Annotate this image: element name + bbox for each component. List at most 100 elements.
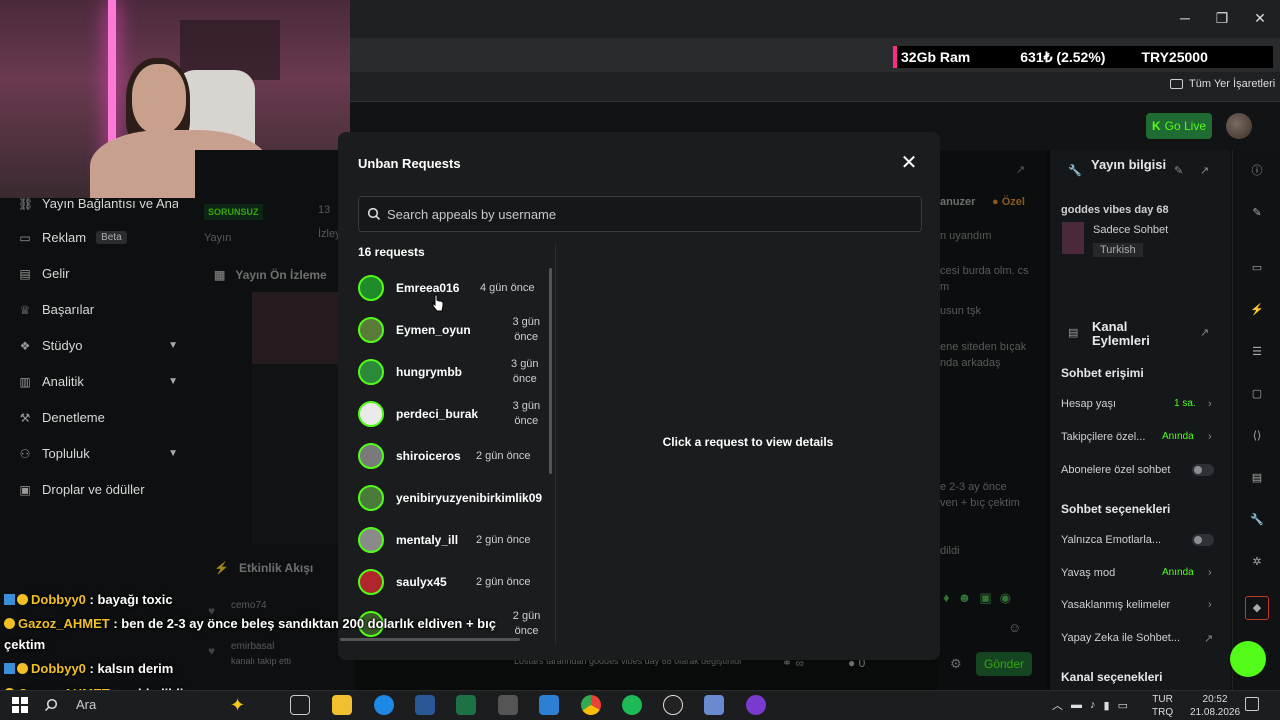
code-icon[interactable]: ⟨⟩ <box>1249 428 1265 444</box>
ad-icon: ▭ <box>19 230 31 245</box>
search-field[interactable] <box>358 196 922 232</box>
chrome-icon[interactable] <box>581 695 601 715</box>
pen-icon[interactable]: ✎ <box>1249 205 1265 221</box>
sidebar-item-analytics[interactable]: ▥ Analitik ▼ <box>18 374 178 389</box>
sidebar-item-revenue[interactable]: ▤ Gelir <box>18 266 178 281</box>
avatar <box>358 317 384 343</box>
notification-icon[interactable] <box>1245 697 1259 711</box>
maximize-icon[interactable]: ❐ <box>1212 8 1232 28</box>
request-item[interactable]: shiroiceros 2 gün önce <box>358 436 548 476</box>
speaker-icon[interactable]: ♪ <box>1090 699 1096 711</box>
calculator-icon[interactable] <box>498 695 518 715</box>
go-live-button[interactable]: K Go Live <box>1146 113 1212 139</box>
stream-title: goddes vibes day 68 <box>1061 204 1169 216</box>
edge-icon[interactable] <box>374 695 394 715</box>
shield-icon[interactable]: ◆ <box>1245 596 1269 620</box>
request-time: 3 gün önce <box>512 316 540 343</box>
emotes-only-toggle[interactable] <box>1192 534 1214 546</box>
minimize-icon[interactable]: ─ <box>1175 8 1195 28</box>
avatar <box>358 275 384 301</box>
sidebar-item-drops[interactable]: ▣ Droplar ve ödüller <box>18 482 178 497</box>
avatar[interactable] <box>1226 113 1252 139</box>
sidebar-item-stream-key[interactable]: ⛓ Yayın Bağlantısı ve Anahtarı <box>18 196 178 211</box>
bolt-icon[interactable]: ⚡ <box>1249 302 1265 318</box>
store-icon[interactable] <box>539 695 559 715</box>
app-icon[interactable] <box>746 695 766 715</box>
external-link-icon[interactable]: ↗ <box>1204 632 1213 645</box>
search-icon <box>367 207 381 221</box>
system-tray: ︿ ▬ ♪ ▮ ▭ <box>1052 692 1128 718</box>
subscribers-only-toggle[interactable] <box>1192 464 1214 476</box>
slow-mode-value[interactable]: Anında <box>1162 567 1194 578</box>
request-username: yenibiryuzyenibirkimlik09 <box>396 491 543 505</box>
chevron-up-icon[interactable]: ︿ <box>1052 697 1063 713</box>
excel-icon[interactable] <box>456 695 476 715</box>
file-explorer-icon[interactable] <box>332 695 352 715</box>
popout-icon[interactable]: ↗ <box>1200 164 1209 177</box>
app-icon[interactable] <box>704 695 724 715</box>
battery-icon[interactable]: ▬ <box>1071 699 1082 711</box>
chevron-down-icon: ▼ <box>168 448 178 459</box>
avatar <box>358 485 384 511</box>
hammer-icon: ⚒ <box>19 410 31 425</box>
gear-icon[interactable]: ✲ <box>1249 554 1265 570</box>
request-username: mentaly_ill <box>396 533 459 547</box>
sidebar-item-studio[interactable]: ❖ Stüdyo ▼ <box>18 338 178 353</box>
chat-message-continued: çektim <box>4 637 46 652</box>
network-icon[interactable]: ▭ <box>1118 699 1128 712</box>
close-window-icon[interactable]: ✕ <box>1250 8 1270 28</box>
task-view-icon[interactable] <box>290 695 310 715</box>
request-username: shiroiceros <box>396 449 461 463</box>
followers-only-label: Takipçilere özel... <box>1061 431 1146 443</box>
word-icon[interactable] <box>415 695 435 715</box>
coin-badge-icon <box>17 663 28 674</box>
mic-icon[interactable]: ▮ <box>1104 699 1110 712</box>
request-time: 2 gün önce <box>476 449 531 462</box>
money-icon: ▤ <box>19 266 31 281</box>
spotify-icon[interactable] <box>622 695 642 715</box>
search-input[interactable] <box>387 206 887 222</box>
list-icon[interactable]: ☰ <box>1249 344 1265 360</box>
ai-chat-label[interactable]: Yapay Zeka ile Sohbet... <box>1061 632 1180 644</box>
sidebar-item-achievements[interactable]: ♕ Başarılar <box>18 302 178 317</box>
followers-only-value[interactable]: Anında <box>1162 431 1194 442</box>
request-item[interactable]: Eymen_oyun 3 gün önce <box>358 310 548 350</box>
chat-icon[interactable]: ▢ <box>1249 386 1265 402</box>
language-indicator[interactable]: TUR TRQ <box>1152 693 1173 719</box>
request-item[interactable]: perdeci_burak 3 gün önce <box>358 394 548 434</box>
copilot-sparkle-icon[interactable]: ✦ <box>230 695 250 715</box>
category-thumbnail <box>1062 222 1084 254</box>
wrench-icon[interactable]: 🔧 <box>1249 512 1265 528</box>
support-chat-button[interactable] <box>1230 641 1266 677</box>
list-scrollbar[interactable] <box>549 268 552 474</box>
info-icon[interactable]: ⓘ <box>1249 163 1265 179</box>
close-icon[interactable]: ✕ <box>898 152 920 174</box>
sidebar-item-ads[interactable]: ▭ Reklam Beta <box>18 230 178 245</box>
beta-badge: Beta <box>96 231 127 244</box>
clock[interactable]: 20:52 21.08.2026 <box>1190 693 1240 719</box>
sidebar-item-community[interactable]: ⚇ Topluluk ▼ <box>18 446 178 461</box>
change-stat: 631₺ (2.52%) <box>1020 48 1106 65</box>
all-bookmarks-button[interactable]: Tüm Yer İşaretleri <box>1170 78 1275 90</box>
windows-start-icon[interactable] <box>12 697 28 713</box>
sidebar-item-moderation[interactable]: ⚒ Denetleme <box>18 410 178 425</box>
empty-detail-message: Click a request to view details <box>662 435 834 449</box>
edit-icon[interactable]: ✎ <box>1174 164 1183 177</box>
chat-message: Dobbyy0 : kalsın derim <box>4 661 173 676</box>
request-item[interactable]: Emreea016 4 gün önce <box>358 268 548 308</box>
banned-words-label[interactable]: Yasaklanmış kelimeler <box>1061 599 1170 611</box>
prime-badge-icon <box>4 594 15 605</box>
right-panel: Yayın bilgisi 🔧 ✎ ↗ goddes vibes day 68 … <box>1050 150 1230 690</box>
request-item[interactable]: hungrymbb 3 gün önce <box>358 352 548 392</box>
popout-icon[interactable]: ↗ <box>1200 326 1209 339</box>
taskbar-search[interactable]: Ara <box>44 697 96 712</box>
chevron-right-icon: › <box>1208 599 1212 611</box>
account-age-value[interactable]: 1 sa. <box>1174 398 1196 409</box>
obs-icon[interactable] <box>663 695 683 715</box>
stream-chat-overlay: Dobbyy0 : bayağı toxic Gazoz_AHMET : ben… <box>0 590 520 701</box>
layers-icon[interactable]: ▤ <box>1249 470 1265 486</box>
requests-list: Emreea016 4 gün önce Eymen_oyun 3 gün ön… <box>358 268 548 640</box>
request-item[interactable]: yenibiryuzyenibirkimlik09 <box>358 478 548 518</box>
request-item[interactable]: mentaly_ill 2 gün önce <box>358 520 548 560</box>
layout-icon[interactable]: ▭ <box>1249 260 1265 276</box>
